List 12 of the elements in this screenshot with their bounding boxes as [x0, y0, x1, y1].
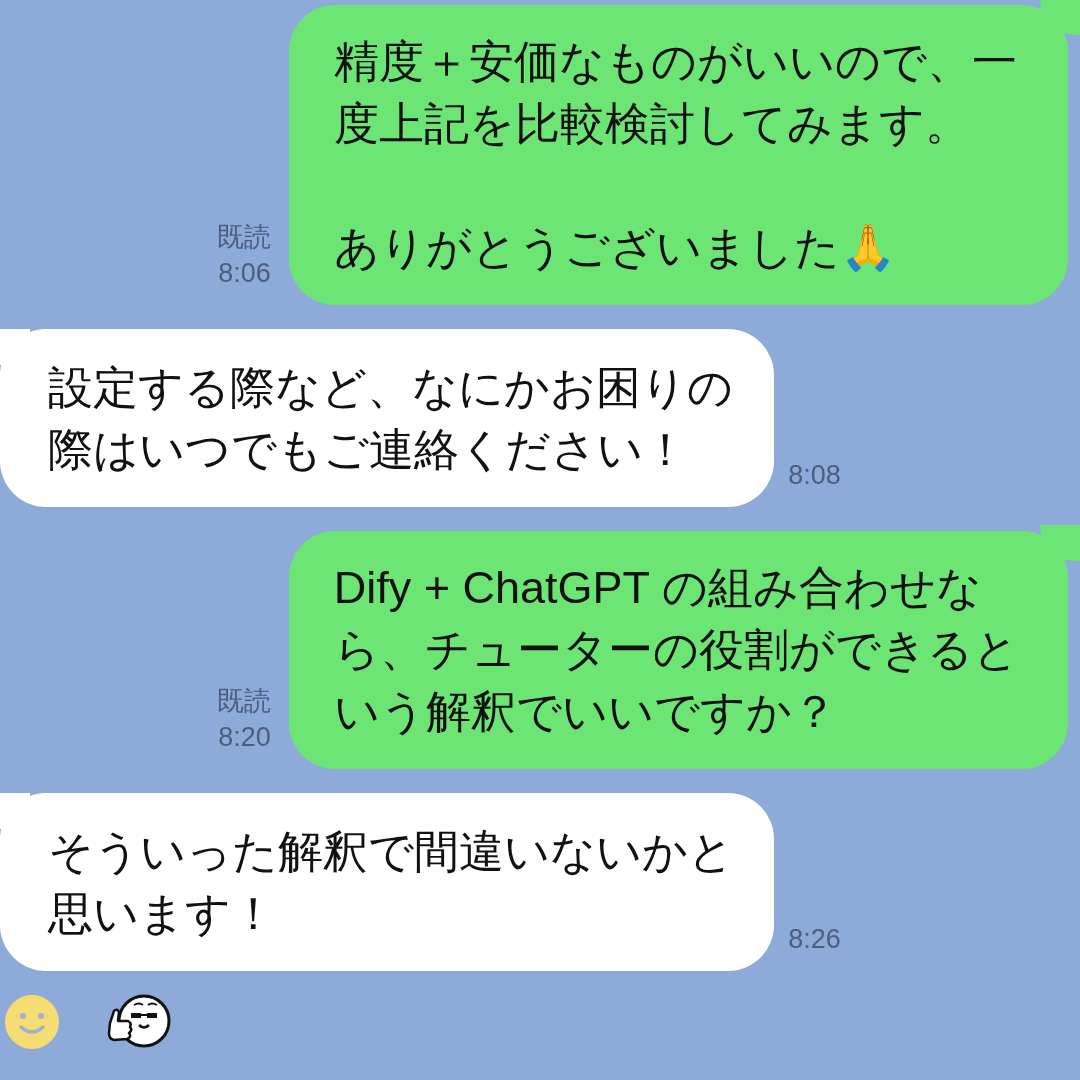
read-receipt: 既読 — [216, 221, 271, 254]
smiley-icon[interactable] — [4, 994, 60, 1050]
message-text: Dify + ChatGPT の組み合わせなら、チューターの役割ができるという解釈でいいですか？ — [333, 561, 1020, 739]
read-receipt: 既読 — [216, 685, 271, 718]
timestamp: 8:08 — [788, 459, 841, 492]
message-text: ありがとうございました🙏 — [333, 221, 897, 275]
message-text: 精度＋安価なものがいいので、一度上記を比較検討してみます。 — [333, 35, 1018, 151]
timestamp: 8:06 — [218, 257, 271, 290]
message-text: そういった解釈で間違いないかと思います！ — [48, 825, 735, 941]
timestamp: 8:20 — [218, 721, 271, 754]
message-text: 設定する際など、なにかお困りの際はいつでもご連絡ください！ — [48, 361, 734, 477]
timestamp: 8:26 — [788, 923, 841, 956]
